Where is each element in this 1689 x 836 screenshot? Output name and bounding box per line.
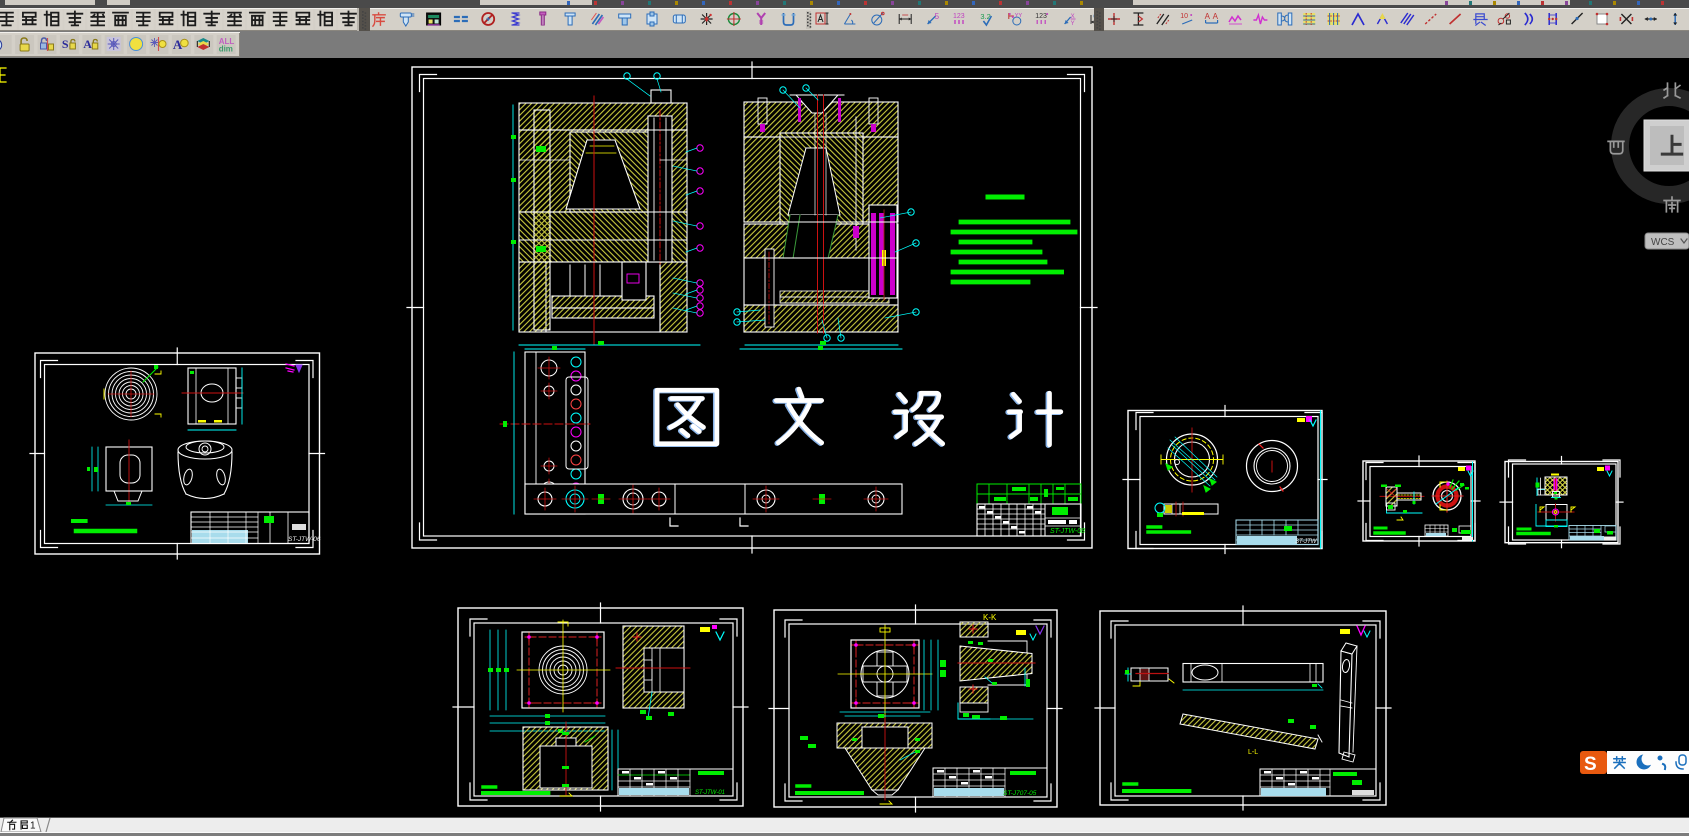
svg-text:123: 123 <box>1035 13 1047 20</box>
svg-text:ST-JTW-01: ST-JTW-01 <box>695 790 725 796</box>
svg-text:1: 1 <box>30 821 36 832</box>
svg-text:ST-JTW-06: ST-JTW-06 <box>288 536 321 543</box>
svg-text:5: 5 <box>935 12 940 21</box>
svg-text:S: S <box>62 37 69 51</box>
svg-text:A: A <box>1205 12 1211 21</box>
svg-text:WCS: WCS <box>1651 237 1675 248</box>
svg-text:S: S <box>1584 754 1597 775</box>
svg-text:A: A <box>1213 12 1219 21</box>
svg-text:ST-JTW: ST-JTW <box>1295 539 1318 545</box>
svg-text:ST-JTW-08: ST-JTW-08 <box>1050 528 1085 535</box>
svg-text:A: A <box>83 37 92 51</box>
svg-text:123: 123 <box>953 13 965 20</box>
svg-text:K-K: K-K <box>983 613 997 622</box>
svg-text:L-L: L-L <box>1248 749 1258 756</box>
svg-text:Y: Y <box>1071 21 1075 27</box>
svg-text:ST-J707-05: ST-J707-05 <box>1003 790 1037 797</box>
svg-text:dim: dim <box>219 44 233 53</box>
svg-text:10: 10 <box>1180 13 1188 20</box>
svg-text:YY: YY <box>1015 13 1023 19</box>
